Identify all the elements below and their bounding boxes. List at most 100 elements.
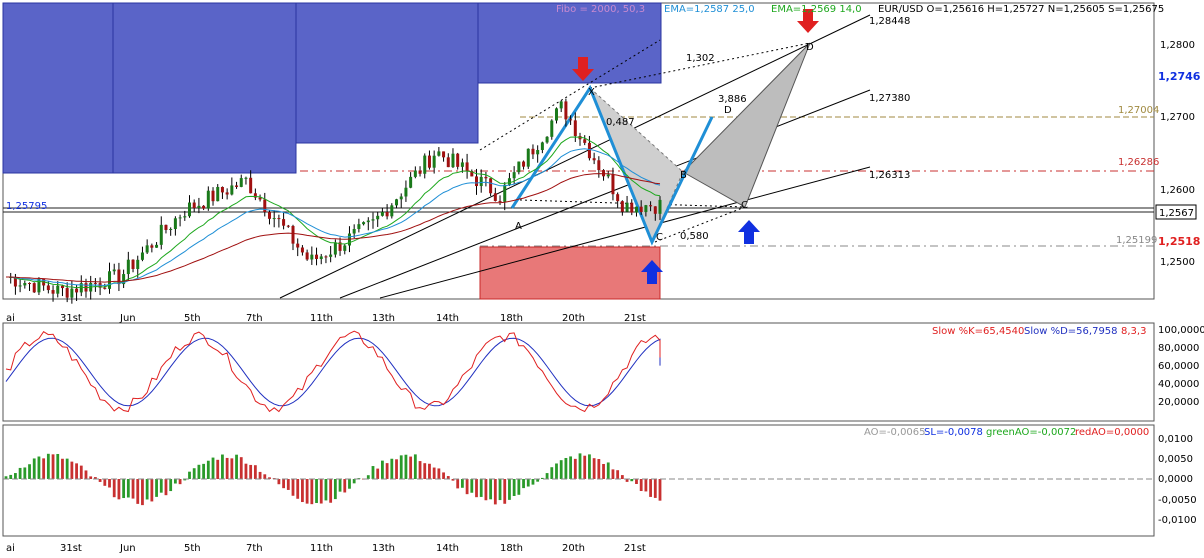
candle-body [220, 186, 224, 193]
date-label: 18th [500, 543, 523, 554]
stoch-legend-d: Slow %D=56,7958 [1024, 326, 1118, 337]
candle-body [385, 211, 389, 217]
candle-body [28, 283, 32, 285]
ao-bar [517, 479, 521, 495]
ao-bar [437, 468, 441, 479]
ao-bar [75, 463, 78, 479]
ao-bar [428, 463, 431, 479]
candle-body [282, 219, 286, 226]
candle-body [103, 287, 107, 289]
candle-body [108, 271, 112, 289]
current-price-label: 1,2567 [1159, 208, 1194, 219]
candle-body [319, 256, 323, 260]
candle-body [267, 212, 271, 219]
ao-bar [277, 479, 281, 485]
date-label: 7th [246, 313, 263, 324]
ao-bar [141, 479, 144, 506]
candle-body [329, 254, 333, 257]
ao-bar [296, 479, 300, 499]
ao-bar [338, 479, 342, 492]
candle-body [427, 155, 431, 168]
candle-body [343, 245, 347, 251]
date-label: 11th [310, 313, 333, 324]
candle-body [249, 177, 253, 194]
ao-bar [385, 463, 389, 479]
label-x: X [588, 87, 595, 98]
stoch-tick: 40,0000 [1158, 379, 1199, 390]
ao-bar [522, 479, 525, 489]
candle-body [37, 278, 41, 293]
ao-bar [399, 455, 403, 479]
ao-legend-sl: SL=-0,0078 [924, 427, 983, 438]
ao-bar [531, 479, 535, 485]
candle-body [536, 150, 540, 155]
candle-body [300, 247, 304, 253]
candle-body [522, 161, 526, 167]
ao-bar [333, 479, 337, 500]
candle-body [376, 215, 380, 220]
ao-bar [545, 473, 549, 479]
candle-body [169, 229, 173, 231]
candle-body [192, 202, 196, 209]
ao-bar [503, 479, 507, 504]
candle-body [545, 136, 549, 143]
candle-body [296, 243, 300, 248]
candle-body [597, 160, 601, 171]
ao-bar [390, 458, 394, 479]
candle-body [235, 185, 239, 187]
ao-bar [56, 453, 60, 479]
candle-body [413, 170, 417, 177]
candle-body [352, 229, 356, 234]
candle-body [155, 244, 159, 248]
candle-body [145, 245, 149, 253]
candle-body [634, 206, 638, 213]
ao-bar [282, 479, 285, 489]
ao-bar [583, 455, 587, 479]
ao-bar [235, 454, 238, 479]
label-d: D [724, 105, 732, 116]
candle-body [653, 206, 657, 214]
ao-bar [310, 479, 314, 505]
candle-body [70, 288, 74, 298]
ao-bar [343, 479, 347, 493]
candle-body [630, 202, 634, 213]
candle-body [395, 199, 399, 206]
candle-body [159, 224, 163, 245]
ao-bar [221, 454, 224, 479]
candle-body [315, 254, 319, 260]
ao-bar [202, 463, 206, 479]
date-label: ai [6, 313, 15, 324]
ratio-580: 0,580 [680, 231, 709, 242]
olive-level-label: 1,27004 [1118, 105, 1159, 116]
candle-body [446, 157, 450, 168]
ao-bar [84, 470, 88, 479]
candle-body [60, 285, 64, 289]
ao-bar [37, 456, 41, 479]
ao-bar [381, 460, 384, 479]
candle-body [126, 259, 130, 275]
date-label: 11th [310, 543, 333, 554]
chart-svg[interactable]: A X B C C D D 1,302 3,886 0,487 0,580 1,… [0, 0, 1204, 554]
ao-bar [159, 479, 163, 493]
label-c: C [741, 200, 748, 211]
candle-body [540, 142, 544, 151]
date-label: 31st [60, 313, 82, 324]
ao-bar [653, 479, 657, 498]
ao-bar [630, 479, 634, 482]
candle-body [451, 153, 455, 168]
ao-bar [79, 465, 83, 479]
ratio-302: 1,302 [686, 53, 715, 64]
candle-body [404, 187, 408, 197]
ao-bar [225, 457, 229, 479]
date-label: 20th [562, 543, 585, 554]
candle-body [639, 206, 643, 213]
ao-bar [578, 453, 582, 479]
line-label-2: 1,27380 [869, 93, 910, 104]
ao-bar [644, 479, 648, 492]
ao-bar [484, 479, 488, 501]
candle-body [380, 211, 384, 216]
date-label: 20th [562, 313, 585, 324]
ao-bar [465, 479, 469, 495]
blue-zone-4 [477, 2, 662, 84]
candle-body [230, 185, 234, 195]
